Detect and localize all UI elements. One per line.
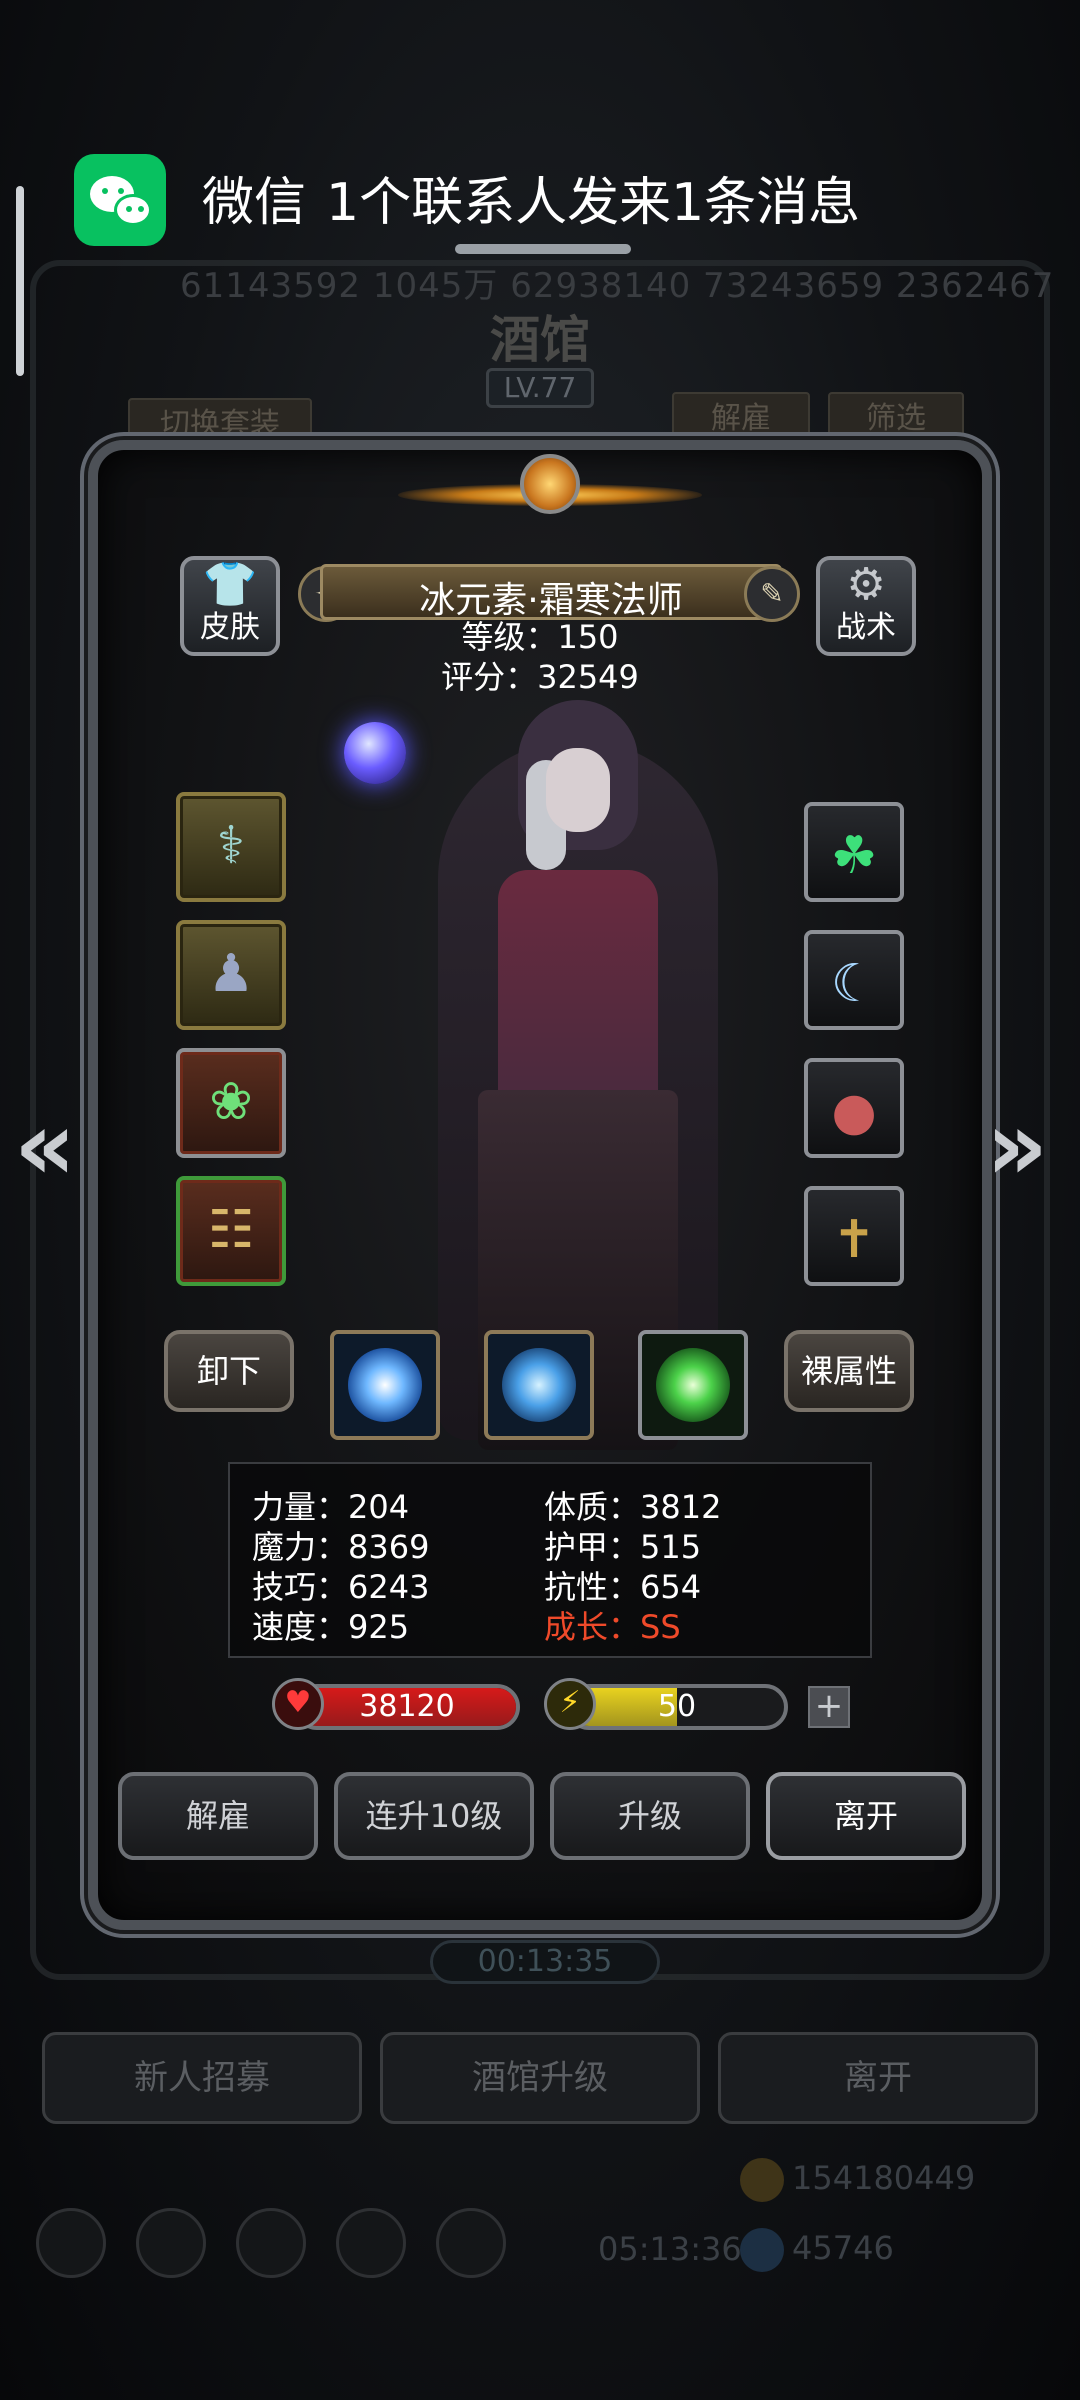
hero-detail-panel: 👕 皮肤 ⚙ 战术 ✦ 冰元素·霜寒法师 ✎ 等级：150 评分：32549 ⚕… [88, 440, 992, 1930]
heart-icon: ♥ [272, 1678, 324, 1730]
spellbook-icon[interactable]: ☷ [176, 1176, 286, 1286]
unequip-button[interactable]: 卸下 [164, 1330, 294, 1412]
tavern-level: LV.77 [486, 368, 594, 408]
gift-timer: 05:13:36 [598, 2230, 742, 2268]
staff-icon[interactable]: ⚕ [176, 792, 286, 902]
level-up-button[interactable]: 升级 [550, 1772, 750, 1860]
notification-message: 1个联系人发来1条消息 [326, 173, 861, 233]
next-hero-arrow-icon[interactable]: » [986, 1090, 1048, 1202]
menu-icon [236, 2208, 306, 2278]
panel-crest-icon [398, 454, 702, 534]
hero-stats-panel: 力量：204 魔力：8369 技巧：6243 速度：925 体质：3812 护甲… [228, 1462, 872, 1658]
wechat-notification[interactable]: 微信 1个联系人发来1条消息 [30, 134, 1050, 266]
robe-icon[interactable]: ♟ [176, 920, 286, 1030]
gold-resource: 154180449 [740, 2158, 975, 2202]
energy-bar: 50 [566, 1684, 788, 1730]
tavern-upgrade-button: 酒馆升级 [380, 2032, 700, 2124]
shirt-icon: 👕 [202, 559, 258, 610]
notification-handle[interactable] [455, 244, 631, 254]
golden-wand-icon[interactable]: ✝ [804, 1186, 904, 1286]
notification-text: 微信 1个联系人发来1条消息 [202, 160, 860, 235]
notification-app-name: 微信 [202, 173, 307, 233]
green-flame-skill-icon[interactable] [638, 1330, 748, 1440]
base-attributes-button[interactable]: 裸属性 [784, 1330, 914, 1412]
tavern-leave-button: 离开 [718, 2032, 1038, 2124]
amulet-icon[interactable]: ❀ [176, 1048, 286, 1158]
red-charm-icon[interactable]: ● [804, 1058, 904, 1158]
stat-growth: 成长：SS [544, 1608, 681, 1646]
crescent-moon-icon[interactable]: ☾ [804, 930, 904, 1030]
dismiss-button[interactable]: 解雇 [118, 1772, 318, 1860]
menu-icon [36, 2208, 106, 2278]
menu-icon [436, 2208, 506, 2278]
gem-icon [740, 2228, 784, 2272]
menu-icon [136, 2208, 206, 2278]
menu-icon [336, 2208, 406, 2278]
hero-score: 评分：32549 [441, 658, 639, 696]
tavern-title: 酒馆 [490, 310, 590, 369]
green-helm-icon[interactable]: ☘ [804, 802, 904, 902]
magic-orb [344, 722, 406, 784]
frost-vortex-skill-icon[interactable] [484, 1330, 594, 1440]
edge-handle [16, 186, 24, 376]
energy-value: 50 [657, 1689, 697, 1724]
gold-coin-icon [740, 2158, 784, 2202]
ice-shard-skill-icon[interactable] [330, 1330, 440, 1440]
recruit-button: 新人招募 [42, 2032, 362, 2124]
tavern-timer: 00:13:35 [430, 1940, 660, 1984]
filter-tab: 筛选 [828, 392, 964, 446]
lightning-icon: ⚡ [544, 1678, 596, 1730]
level-up-10-button[interactable]: 连升10级 [334, 1772, 534, 1860]
gear-icon: ⚙ [846, 559, 886, 610]
leave-button[interactable]: 离开 [766, 1772, 966, 1860]
add-energy-button[interactable]: + [808, 1686, 850, 1728]
gem-resource: 45746 [740, 2228, 894, 2272]
wechat-icon [74, 154, 166, 246]
dismiss-tab: 解雇 [672, 392, 810, 446]
previous-hero-arrow-icon[interactable]: « [14, 1090, 76, 1202]
stat-speed: 速度：925 [252, 1608, 410, 1646]
hp-bar: 38120 [294, 1684, 520, 1730]
hp-value: 38120 [359, 1689, 455, 1724]
